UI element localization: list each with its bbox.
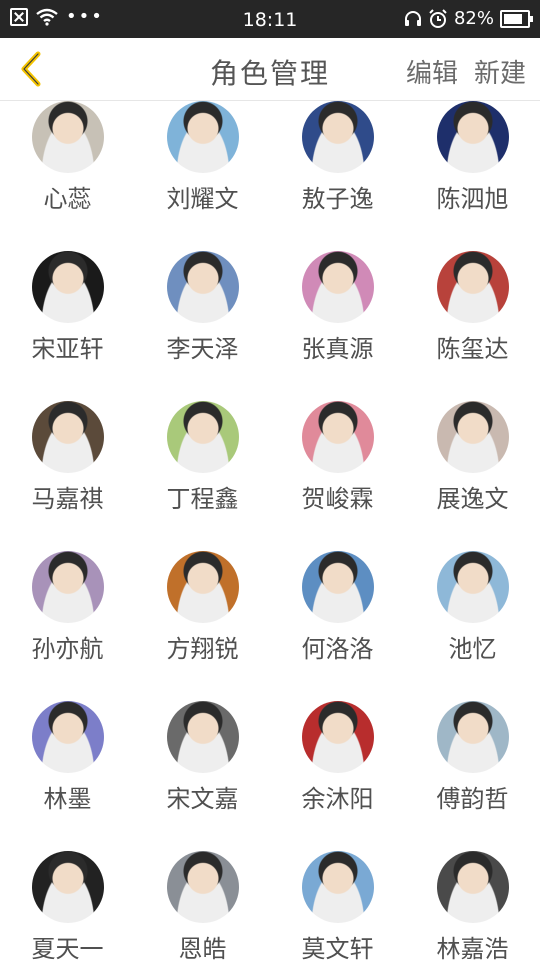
role-avatar[interactable] bbox=[166, 401, 239, 473]
role-item[interactable]: 夏天一 bbox=[0, 851, 135, 964]
battery-icon bbox=[500, 9, 533, 28]
role-name: 方翔锐 bbox=[166, 635, 239, 663]
role-avatar[interactable] bbox=[166, 251, 239, 323]
role-avatar[interactable] bbox=[301, 701, 374, 773]
nav-bar: 角色管理 编辑 新建 bbox=[0, 38, 540, 101]
headset-icon bbox=[404, 10, 421, 26]
role-name: 傅韵哲 bbox=[436, 785, 509, 813]
role-name: 马嘉祺 bbox=[31, 485, 104, 513]
role-item[interactable]: 林墨 bbox=[0, 701, 135, 814]
role-avatar[interactable] bbox=[301, 101, 374, 173]
role-item[interactable]: 方翔锐 bbox=[135, 551, 270, 664]
role-avatar[interactable] bbox=[436, 551, 509, 623]
role-item[interactable]: 李天泽 bbox=[135, 251, 270, 364]
role-avatar[interactable] bbox=[436, 251, 509, 323]
role-item[interactable]: 恩皓 bbox=[135, 851, 270, 964]
role-avatar[interactable] bbox=[301, 851, 374, 923]
role-avatar[interactable] bbox=[436, 401, 509, 473]
role-name: 夏天一 bbox=[31, 935, 104, 963]
role-name: 陈泗旭 bbox=[436, 185, 509, 213]
role-item[interactable]: 张真源 bbox=[270, 251, 405, 364]
role-avatar[interactable] bbox=[301, 551, 374, 623]
role-avatar[interactable] bbox=[31, 701, 104, 773]
role-item[interactable]: 心蕊 bbox=[0, 101, 135, 214]
role-name: 李天泽 bbox=[166, 335, 239, 363]
nav-actions: 编辑 新建 bbox=[406, 53, 526, 90]
role-name: 展逸文 bbox=[436, 485, 509, 513]
role-name: 陈玺达 bbox=[436, 335, 509, 363]
role-item[interactable]: 刘耀文 bbox=[135, 101, 270, 214]
role-item[interactable]: 丁程鑫 bbox=[135, 401, 270, 514]
role-avatar[interactable] bbox=[301, 401, 374, 473]
role-name: 林嘉浩 bbox=[436, 935, 509, 963]
role-name: 宋文嘉 bbox=[166, 785, 239, 813]
role-item[interactable]: 宋亚轩 bbox=[0, 251, 135, 364]
role-name: 敖子逸 bbox=[301, 185, 374, 213]
role-avatar[interactable] bbox=[436, 851, 509, 923]
role-item[interactable]: 余沐阳 bbox=[270, 701, 405, 814]
status-bar: ••• 18:11 82% bbox=[0, 0, 540, 38]
role-avatar[interactable] bbox=[31, 851, 104, 923]
status-right: 82% bbox=[404, 8, 533, 29]
role-name: 余沐阳 bbox=[301, 785, 374, 813]
role-item[interactable]: 林嘉浩 bbox=[405, 851, 540, 964]
role-name: 张真源 bbox=[301, 335, 374, 363]
role-avatar[interactable] bbox=[31, 101, 104, 173]
role-name: 丁程鑫 bbox=[166, 485, 239, 513]
role-name: 孙亦航 bbox=[31, 635, 104, 663]
role-avatar[interactable] bbox=[166, 551, 239, 623]
role-item[interactable]: 贺峻霖 bbox=[270, 401, 405, 514]
role-item[interactable]: 池忆 bbox=[405, 551, 540, 664]
role-avatar[interactable] bbox=[166, 701, 239, 773]
edit-button[interactable]: 编辑 bbox=[406, 53, 458, 90]
role-item[interactable]: 马嘉祺 bbox=[0, 401, 135, 514]
role-item[interactable]: 展逸文 bbox=[405, 401, 540, 514]
role-item[interactable]: 陈泗旭 bbox=[405, 101, 540, 214]
role-avatar[interactable] bbox=[436, 101, 509, 173]
role-item[interactable]: 宋文嘉 bbox=[135, 701, 270, 814]
battery-percent: 82% bbox=[453, 8, 494, 29]
role-avatar[interactable] bbox=[31, 551, 104, 623]
new-button[interactable]: 新建 bbox=[474, 53, 526, 90]
role-name: 刘耀文 bbox=[166, 185, 239, 213]
role-name: 宋亚轩 bbox=[31, 335, 104, 363]
role-item[interactable]: 莫文轩 bbox=[270, 851, 405, 964]
role-name: 恩皓 bbox=[178, 935, 227, 963]
role-avatar[interactable] bbox=[31, 401, 104, 473]
role-name: 何洛洛 bbox=[301, 635, 374, 663]
role-item[interactable]: 陈玺达 bbox=[405, 251, 540, 364]
role-name: 林墨 bbox=[43, 785, 92, 813]
alarm-icon bbox=[429, 8, 447, 28]
role-avatar[interactable] bbox=[31, 251, 104, 323]
role-avatar[interactable] bbox=[166, 101, 239, 173]
role-name: 池忆 bbox=[448, 635, 497, 663]
role-item[interactable]: 何洛洛 bbox=[270, 551, 405, 664]
role-name: 心蕊 bbox=[43, 185, 92, 213]
role-item[interactable]: 敖子逸 bbox=[270, 101, 405, 214]
role-name: 莫文轩 bbox=[301, 935, 374, 963]
role-item[interactable]: 傅韵哲 bbox=[405, 701, 540, 814]
role-avatar[interactable] bbox=[301, 251, 374, 323]
role-item[interactable]: 孙亦航 bbox=[0, 551, 135, 664]
role-name: 贺峻霖 bbox=[301, 485, 374, 513]
role-avatar[interactable] bbox=[166, 851, 239, 923]
role-avatar[interactable] bbox=[436, 701, 509, 773]
